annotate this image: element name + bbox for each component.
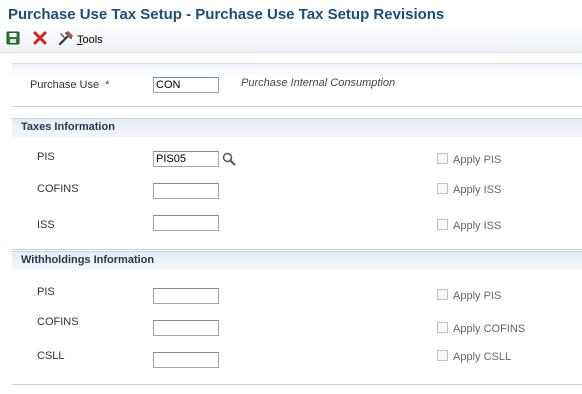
tools-icon	[58, 30, 74, 51]
withholdings-apply-cofins-label: Apply COFINS	[453, 323, 526, 335]
taxes-cofins-input[interactable]	[153, 183, 219, 199]
withholdings-apply-csll-checkbox[interactable]	[437, 350, 448, 361]
title-bar: Purchase Use Tax Setup - Purchase Use Ta…	[0, 0, 582, 28]
divider	[12, 384, 582, 385]
tools-button[interactable]: Tools	[58, 30, 103, 51]
withholdings-section-header: Withholdings Information	[12, 251, 582, 270]
apply-pis-label: Apply PIS	[453, 154, 502, 166]
save-icon	[6, 31, 20, 50]
taxes-cofins-label: COFINS	[37, 183, 79, 195]
divider	[12, 106, 582, 107]
withholdings-pis-label: PIS	[37, 286, 55, 298]
apply-cofins-label: Apply ISS	[453, 184, 502, 196]
apply-pis-checkbox[interactable]	[437, 153, 448, 164]
tools-label: Tools	[77, 34, 103, 46]
divider	[12, 249, 582, 250]
taxes-iss-input[interactable]	[153, 215, 219, 231]
purchase-use-input[interactable]	[153, 77, 219, 93]
taxes-pis-label: PIS	[37, 151, 55, 163]
withholdings-header-title: Withholdings Information	[21, 254, 155, 266]
cancel-button[interactable]	[33, 31, 47, 49]
taxes-iss-label: ISS	[37, 219, 55, 231]
apply-cofins-checkbox[interactable]	[437, 183, 448, 194]
withholdings-cofins-input[interactable]	[153, 320, 219, 336]
withholdings-apply-pis-label: Apply PIS	[453, 290, 502, 302]
apply-iss-checkbox[interactable]	[437, 219, 448, 230]
withholdings-pis-input[interactable]	[153, 288, 219, 304]
withholdings-csll-input[interactable]	[153, 352, 219, 368]
withholdings-cofins-label: COFINS	[37, 316, 79, 328]
search-icon[interactable]	[222, 152, 236, 171]
withholdings-apply-cofins-checkbox[interactable]	[437, 322, 448, 333]
taxes-section-header: Taxes Information	[12, 118, 582, 137]
apply-iss-label: Apply ISS	[453, 220, 502, 232]
withholdings-csll-label: CSLL	[37, 350, 65, 362]
taxes-header-title: Taxes Information	[21, 121, 115, 133]
close-icon	[33, 31, 47, 50]
withholdings-apply-pis-checkbox[interactable]	[437, 289, 448, 300]
withholdings-apply-csll-label: Apply CSLL	[453, 351, 512, 363]
page-title: Purchase Use Tax Setup - Purchase Use Ta…	[8, 6, 445, 23]
save-button[interactable]	[6, 31, 20, 49]
toolbar: Tools	[0, 28, 582, 53]
required-marker: *	[105, 79, 110, 91]
taxes-pis-input[interactable]	[153, 151, 219, 167]
purchase-use-description: Purchase Internal Consumption	[241, 77, 396, 89]
purchase-use-label: Purchase Use *	[30, 79, 110, 91]
